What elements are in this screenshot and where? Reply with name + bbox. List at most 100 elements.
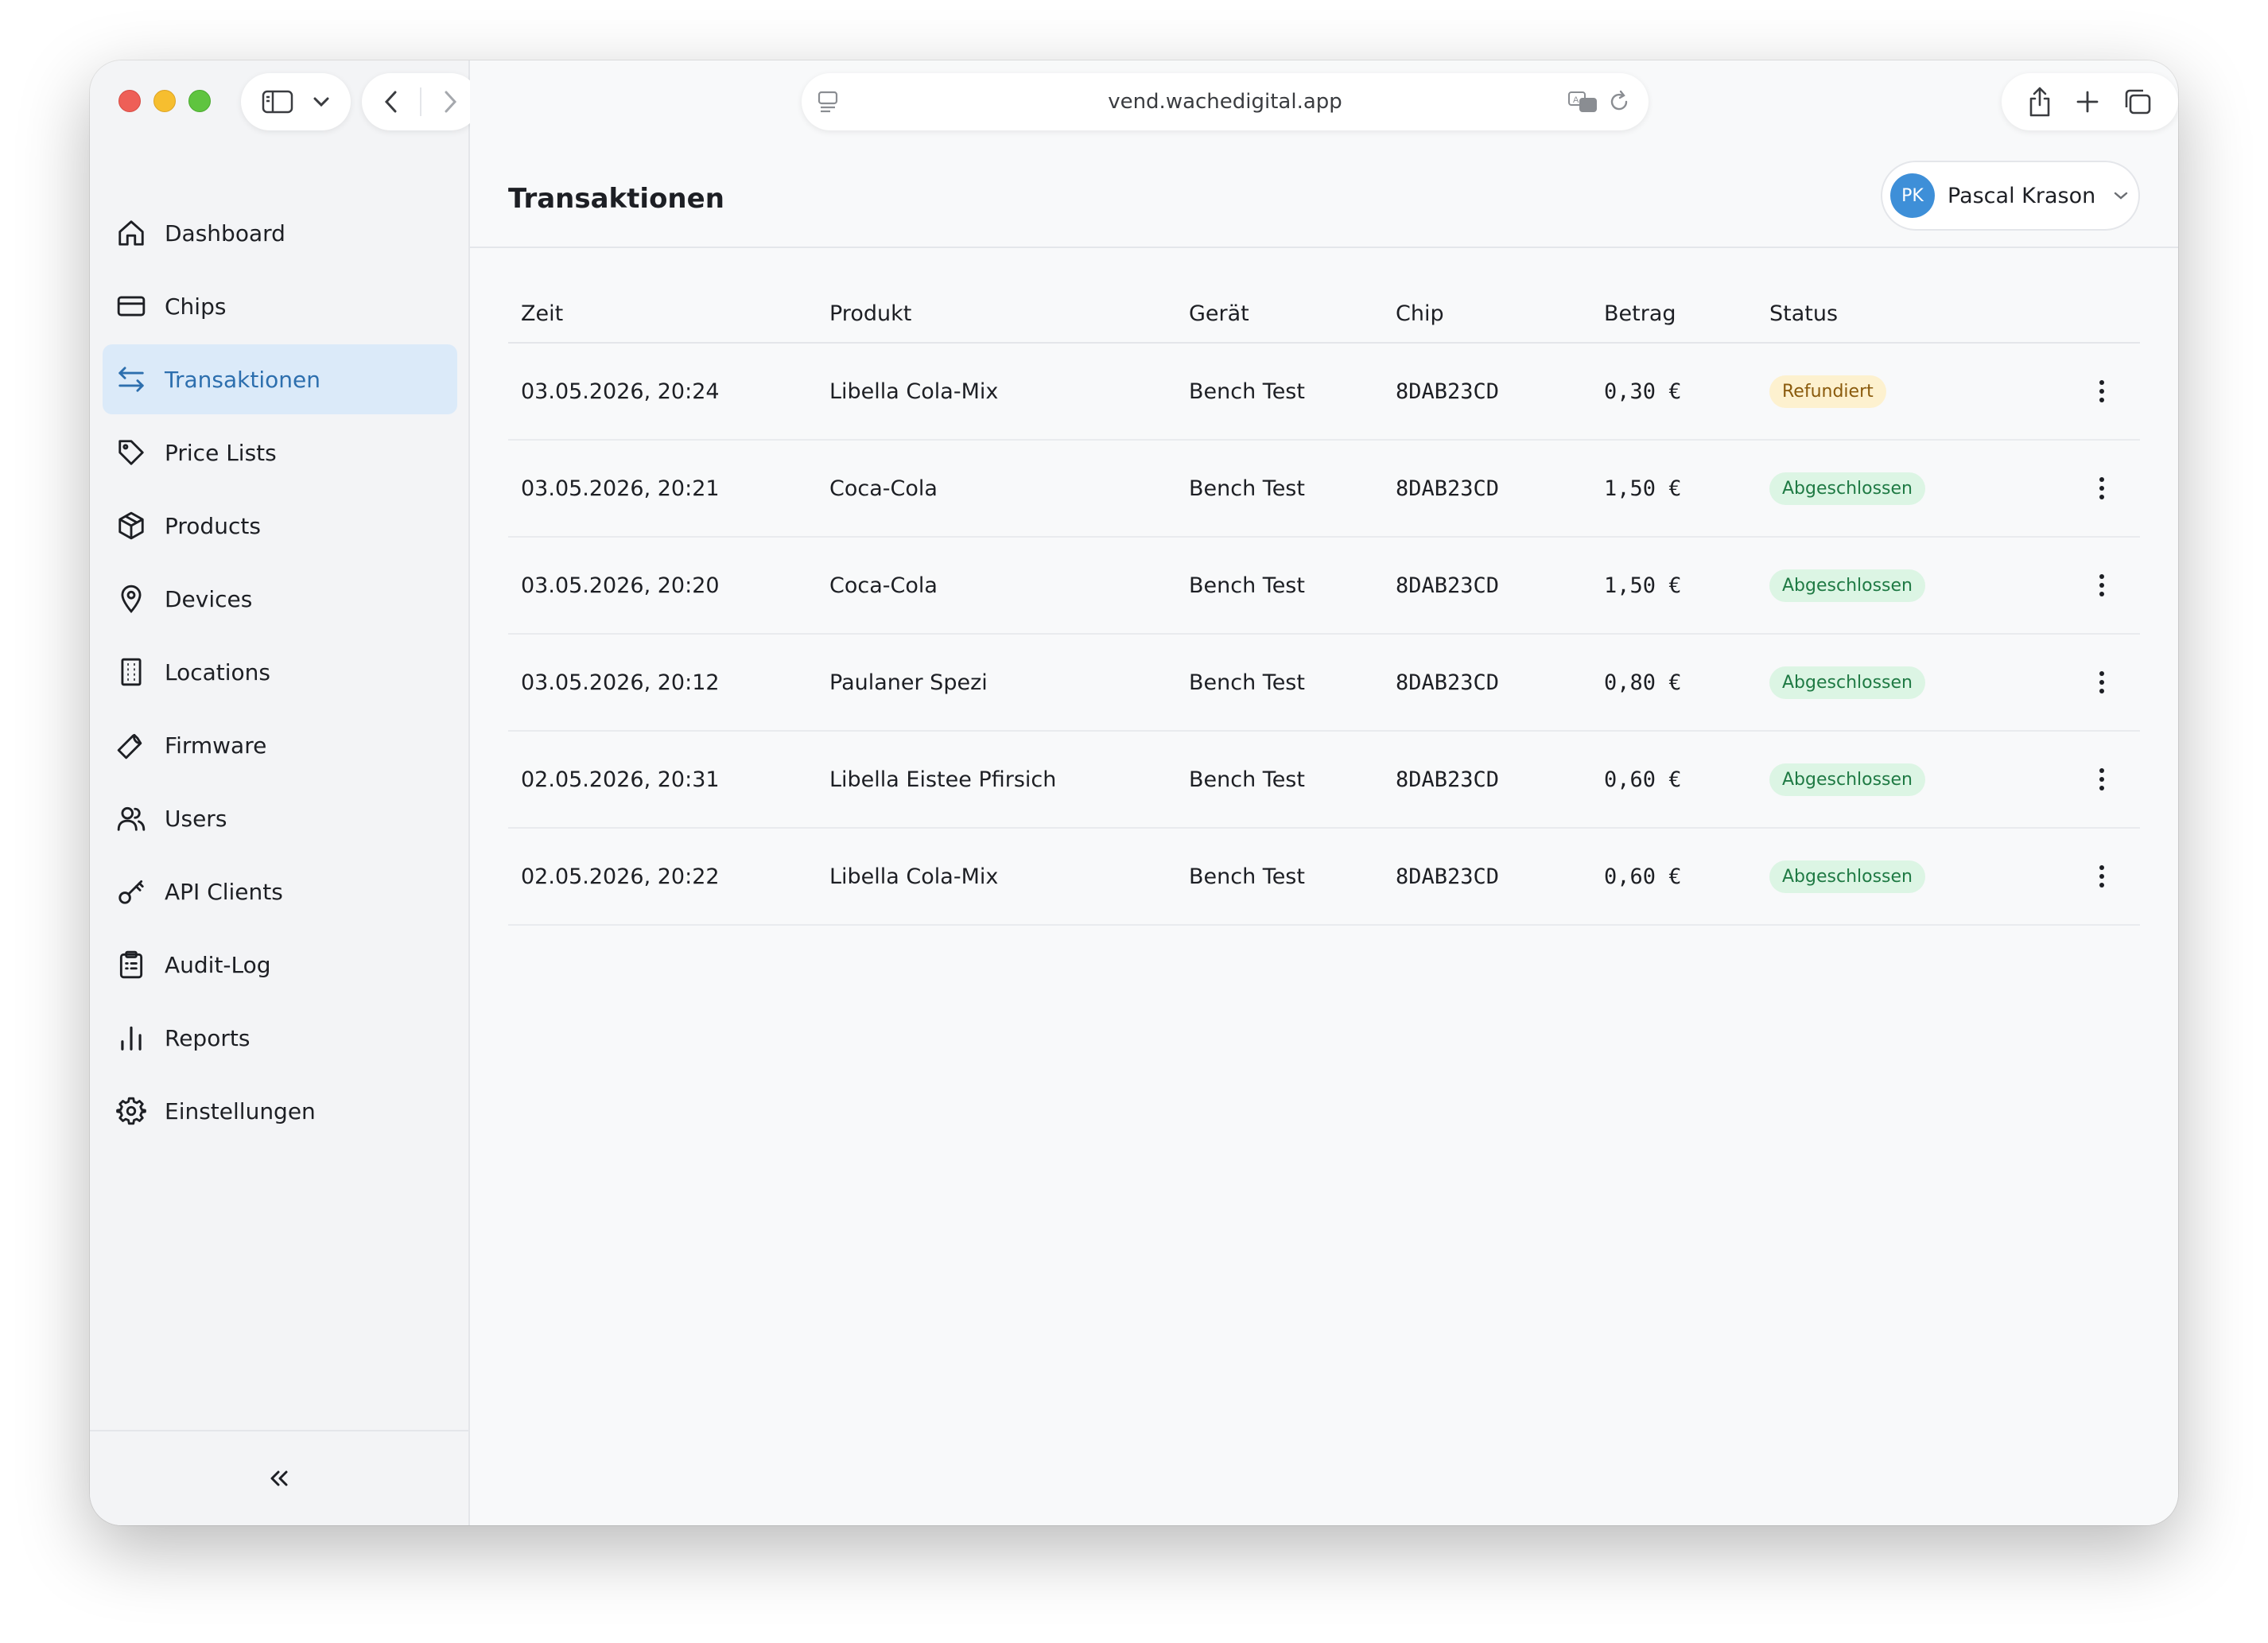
cell-betrag: 0,60 € xyxy=(1604,767,1682,792)
sidebar-item-label: Dashboard xyxy=(165,219,285,247)
cell-geraet: Bench Test xyxy=(1189,573,1305,598)
cell-betrag: 1,50 € xyxy=(1604,476,1682,501)
chevron-down-icon[interactable] xyxy=(313,96,330,107)
sidebar-item-label: Firmware xyxy=(165,732,267,759)
status-badge: Abgeschlossen xyxy=(1769,860,1925,893)
minimize-window-button[interactable] xyxy=(153,90,176,112)
close-window-button[interactable] xyxy=(118,90,141,112)
maximize-window-button[interactable] xyxy=(188,90,211,112)
map-pin-icon xyxy=(115,583,147,615)
nav-divider xyxy=(420,87,421,116)
column-header-betrag[interactable]: Betrag xyxy=(1604,301,1769,326)
cell-betrag: 0,30 € xyxy=(1604,379,1682,404)
sidebar-item-label: Devices xyxy=(165,585,253,612)
sidebar-item-products[interactable]: Products xyxy=(103,491,457,561)
sidebar-item-users[interactable]: Users xyxy=(103,783,457,853)
table-row[interactable]: 02.05.2026, 20:31 Libella Eistee Pfirsic… xyxy=(508,732,2140,829)
column-header-zeit[interactable]: Zeit xyxy=(508,301,829,326)
address-bar[interactable]: vend.wachedigital.app A xyxy=(802,73,1649,130)
cell-zeit: 03.05.2026, 20:12 xyxy=(521,670,720,695)
sidebar-item-label: Transaktionen xyxy=(165,366,320,393)
cell-produkt: Coca-Cola xyxy=(829,573,938,598)
cell-produkt: Libella Cola-Mix xyxy=(829,864,999,889)
home-icon xyxy=(115,217,147,249)
cell-produkt: Coca-Cola xyxy=(829,476,938,501)
sidebar-item-label: Users xyxy=(165,805,227,832)
table-row[interactable]: 03.05.2026, 20:24 Libella Cola-Mix Bench… xyxy=(508,344,2140,441)
gear-icon xyxy=(115,1095,147,1127)
translate-icon[interactable]: A xyxy=(1567,89,1599,115)
column-header-chip[interactable]: Chip xyxy=(1396,301,1604,326)
more-vertical-icon[interactable] xyxy=(2099,768,2104,790)
key-icon xyxy=(115,876,147,907)
cell-betrag: 0,80 € xyxy=(1604,670,1682,695)
arrows-exchange-icon xyxy=(115,363,147,395)
wrench-icon xyxy=(115,729,147,761)
window-controls xyxy=(118,90,211,112)
table-row[interactable]: 03.05.2026, 20:21 Coca-Cola Bench Test 8… xyxy=(508,441,2140,538)
history-nav-group xyxy=(362,73,480,130)
sidebar-item-transaktionen[interactable]: Transaktionen xyxy=(103,344,457,414)
reload-icon[interactable] xyxy=(1609,89,1631,115)
chevrons-left-icon[interactable] xyxy=(269,1470,289,1487)
cell-chip: 8DAB23CD xyxy=(1396,379,1500,404)
forward-arrow-icon[interactable] xyxy=(442,90,458,114)
sidebar-item-label: Einstellungen xyxy=(165,1097,316,1124)
sidebar-item-chips[interactable]: Chips xyxy=(103,271,457,341)
clipboard-icon xyxy=(115,949,147,981)
cell-geraet: Bench Test xyxy=(1189,379,1305,404)
cell-zeit: 02.05.2026, 20:31 xyxy=(521,767,720,792)
cell-produkt: Libella Eistee Pfirsich xyxy=(829,767,1057,792)
sidebar-item-price-lists[interactable]: Price Lists xyxy=(103,418,457,487)
bar-chart-icon xyxy=(115,1022,147,1054)
cell-geraet: Bench Test xyxy=(1189,767,1305,792)
sidebar-item-reports[interactable]: Reports xyxy=(103,1003,457,1073)
more-vertical-icon[interactable] xyxy=(2099,380,2104,402)
column-header-status[interactable]: Status xyxy=(1769,301,2064,326)
table-row[interactable]: 03.05.2026, 20:12 Paulaner Spezi Bench T… xyxy=(508,635,2140,732)
sidebar-item-devices[interactable]: Devices xyxy=(103,564,457,634)
sidebar-toggle-icon[interactable] xyxy=(262,89,293,115)
column-header-geraet[interactable]: Gerät xyxy=(1189,301,1396,326)
sidebar-item-dashboard[interactable]: Dashboard xyxy=(103,198,457,268)
avatar: PK xyxy=(1890,173,1935,218)
urlbar-actions: A xyxy=(1567,89,1631,115)
sidebar-item-label: Reports xyxy=(165,1024,250,1051)
cell-betrag: 0,60 € xyxy=(1604,864,1682,889)
window-actions-group xyxy=(2002,73,2178,130)
user-name: Pascal Krason xyxy=(1948,183,2096,208)
more-vertical-icon[interactable] xyxy=(2099,574,2104,596)
sidebar-item-api-clients[interactable]: API Clients xyxy=(103,856,457,926)
sidebar-item-locations[interactable]: Locations xyxy=(103,637,457,707)
share-icon[interactable] xyxy=(2027,86,2052,118)
table-row[interactable]: 02.05.2026, 20:22 Libella Cola-Mix Bench… xyxy=(508,829,2140,926)
column-header-produkt[interactable]: Produkt xyxy=(829,301,1189,326)
more-vertical-icon[interactable] xyxy=(2099,671,2104,693)
status-badge: Abgeschlossen xyxy=(1769,569,1925,602)
sidebar-item-label: Locations xyxy=(165,658,271,686)
cell-zeit: 03.05.2026, 20:21 xyxy=(521,476,720,501)
table-row[interactable]: 03.05.2026, 20:20 Coca-Cola Bench Test 8… xyxy=(508,538,2140,635)
back-arrow-icon[interactable] xyxy=(383,90,399,114)
status-badge: Abgeschlossen xyxy=(1769,666,1925,699)
browser-window: Dashboard Chips Transaktionen Price List… xyxy=(90,60,2178,1525)
chevron-down-icon xyxy=(2113,191,2129,200)
cell-geraet: Bench Test xyxy=(1189,670,1305,695)
sidebar-toggle-group xyxy=(241,73,351,130)
transactions-table: Zeit Produkt Gerät Chip Betrag Status 03… xyxy=(508,285,2140,926)
page-menu-icon[interactable] xyxy=(816,89,840,115)
sidebar-item-label: Audit-Log xyxy=(165,951,271,978)
more-vertical-icon[interactable] xyxy=(2099,865,2104,888)
more-vertical-icon[interactable] xyxy=(2099,477,2104,499)
new-tab-icon[interactable] xyxy=(2076,90,2099,114)
sidebar-item-firmware[interactable]: Firmware xyxy=(103,710,457,780)
sidebar-item-label: Price Lists xyxy=(165,439,277,466)
sidebar-nav: Dashboard Chips Transaktionen Price List… xyxy=(103,198,457,1149)
sidebar-item-label: API Clients xyxy=(165,878,283,905)
tab-overview-icon[interactable] xyxy=(2122,87,2153,116)
sidebar-item-label: Products xyxy=(165,512,261,539)
sidebar-item-audit-log[interactable]: Audit-Log xyxy=(103,930,457,1000)
svg-text:A: A xyxy=(1573,95,1579,105)
user-menu-button[interactable]: PK Pascal Krason xyxy=(1881,161,2140,231)
sidebar-item-einstellungen[interactable]: Einstellungen xyxy=(103,1076,457,1146)
